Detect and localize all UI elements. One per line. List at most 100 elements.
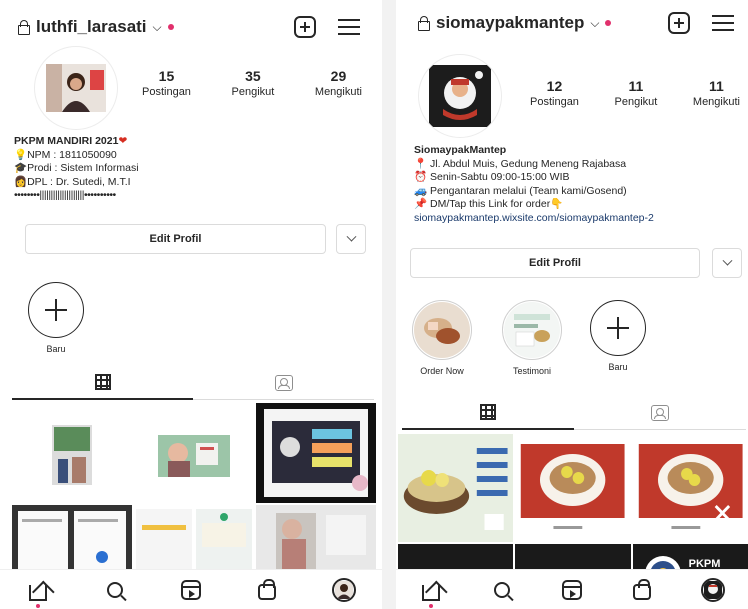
bio-line: 🚙 Pengantaran melalui (Team kami/Gosend) (414, 184, 627, 197)
stat-following[interactable]: 29 Mengikuti (315, 68, 362, 98)
post-thumbnail (256, 403, 376, 503)
grid-post[interactable] (632, 434, 748, 542)
highlight-circle (412, 300, 472, 360)
tab-tagged[interactable] (193, 366, 374, 400)
highlight-new[interactable]: Baru (20, 282, 92, 354)
grid-post[interactable] (134, 505, 254, 575)
highlight-label: Baru (608, 362, 628, 372)
nav-profile[interactable] (331, 577, 356, 602)
nav-shop[interactable] (255, 578, 279, 602)
stat-count: 11 (709, 78, 724, 94)
tab-posts-grid[interactable] (402, 396, 574, 430)
grid-post[interactable] (12, 403, 132, 503)
grid-post[interactable] (515, 434, 631, 542)
nav-shop[interactable] (630, 578, 654, 602)
highlight-label: Order Now (420, 366, 464, 376)
stat-count: 12 (546, 78, 563, 94)
new-post-icon[interactable] (294, 16, 316, 38)
menu-icon[interactable] (338, 19, 360, 35)
post-thumbnail (515, 434, 631, 542)
header-actions (294, 16, 360, 38)
reels-icon (561, 579, 582, 600)
lock-icon (418, 16, 430, 31)
notification-dot (605, 20, 612, 26)
grid-post[interactable] (134, 403, 254, 503)
bio-name: PKPM MANDIRI 2021 (14, 135, 119, 147)
notification-dot (167, 24, 174, 30)
post-thumbnail (398, 434, 514, 542)
profile-avatar[interactable] (418, 54, 502, 138)
posts-grid (12, 403, 376, 575)
nav-search[interactable] (490, 578, 514, 602)
stat-posts[interactable]: 15 Postingan (142, 68, 191, 98)
home-icon (422, 584, 441, 601)
post-thumbnail (632, 434, 748, 542)
nav-home[interactable] (26, 578, 50, 608)
grid-post[interactable] (12, 505, 132, 575)
header-actions (668, 12, 734, 34)
highlight-thumbnail (504, 302, 560, 358)
profile-bio: PKPM MANDIRI 2021❤ 💡NPM : 1811050090 🎓Pr… (14, 135, 354, 203)
edit-profile-button[interactable]: Edit Profil (25, 224, 326, 254)
account-switcher[interactable]: luthfi_larasati ⌵ (18, 17, 174, 37)
username: luthfi_larasati (36, 17, 147, 36)
username: siomaypakmantep (436, 13, 585, 32)
nav-reels[interactable] (560, 578, 584, 602)
stat-label: Postingan (530, 96, 579, 108)
stat-label: Mengikuti (692, 96, 740, 108)
bio-line: ••••••••||||||||||||||||||||•••••••••• (14, 189, 116, 201)
nav-search[interactable] (103, 578, 127, 602)
stat-label: Mengikuti (314, 86, 362, 98)
stat-count: 29 (330, 68, 347, 84)
plus-icon (45, 299, 67, 321)
highlight-new-circle (28, 282, 84, 338)
tab-tagged[interactable] (574, 396, 746, 430)
bio-link[interactable]: siomaypakmantep.wixsite.com/siomaypakman… (414, 212, 744, 226)
highlight-order-now[interactable]: Order Now (406, 300, 478, 376)
account-switcher[interactable]: siomaypakmantep ⌵ (418, 13, 612, 33)
grid-post[interactable] (398, 434, 514, 542)
post-thumbnail (12, 403, 132, 503)
stat-following[interactable]: 11 Mengikuti (693, 78, 740, 108)
tagged-icon (274, 374, 293, 391)
nav-profile[interactable] (700, 577, 725, 602)
profile-header: luthfi_larasati ⌵ (0, 10, 382, 44)
bio-line: 🎓Prodi : Sistem Informasi (14, 162, 139, 174)
grid-post[interactable] (256, 403, 376, 503)
bottom-nav (0, 569, 382, 609)
edit-profile-button[interactable]: Edit Profil (410, 248, 700, 278)
bio-line: ⏰ Senin-Sabtu 09:00-15:00 WIB (414, 171, 570, 183)
bio-line: 💡NPM : 1811050090 (14, 148, 117, 161)
highlight-new[interactable]: Baru (582, 300, 654, 372)
profile-avatar-icon (700, 577, 725, 602)
stat-posts[interactable]: 12 Postingan (530, 78, 579, 108)
grid-post[interactable] (256, 505, 376, 575)
profile-stats: 15 Postingan 35 Pengikut 29 Mengikuti (142, 68, 362, 98)
new-post-icon[interactable] (668, 12, 690, 34)
profile-stats: 12 Postingan 11 Pengikut 11 Mengikuti (530, 78, 740, 108)
profile-screen-left: luthfi_larasati ⌵ 15 Postingan 35 Pengik… (0, 0, 382, 609)
bio-name: SiomaypakMantep (414, 144, 507, 156)
nav-active-dot (36, 603, 41, 608)
nav-home[interactable] (419, 578, 443, 608)
screenshot-divider (382, 0, 396, 609)
home-icon (29, 584, 48, 601)
chevron-down-icon: ⌵ (152, 19, 162, 34)
lock-icon (18, 20, 30, 35)
highlight-new-circle (590, 300, 646, 356)
profile-avatar[interactable] (34, 46, 118, 130)
grid-icon (480, 404, 496, 420)
highlight-circle (502, 300, 562, 360)
stat-followers[interactable]: 11 Pengikut (615, 78, 658, 108)
suggestions-dropdown-button[interactable] (712, 248, 742, 278)
stat-followers[interactable]: 35 Pengikut (232, 68, 275, 98)
profile-bio: SiomaypakMantep 📍 Jl. Abdul Muis, Gedung… (414, 144, 744, 225)
nav-reels[interactable] (179, 578, 203, 602)
suggestions-dropdown-button[interactable] (336, 224, 366, 254)
profile-tabs (402, 396, 746, 430)
avatar-photo (46, 64, 106, 112)
highlight-testimoni[interactable]: Testimoni (496, 300, 568, 376)
tagged-icon (651, 404, 669, 421)
tab-posts-grid[interactable] (12, 366, 193, 400)
menu-icon[interactable] (712, 15, 734, 31)
